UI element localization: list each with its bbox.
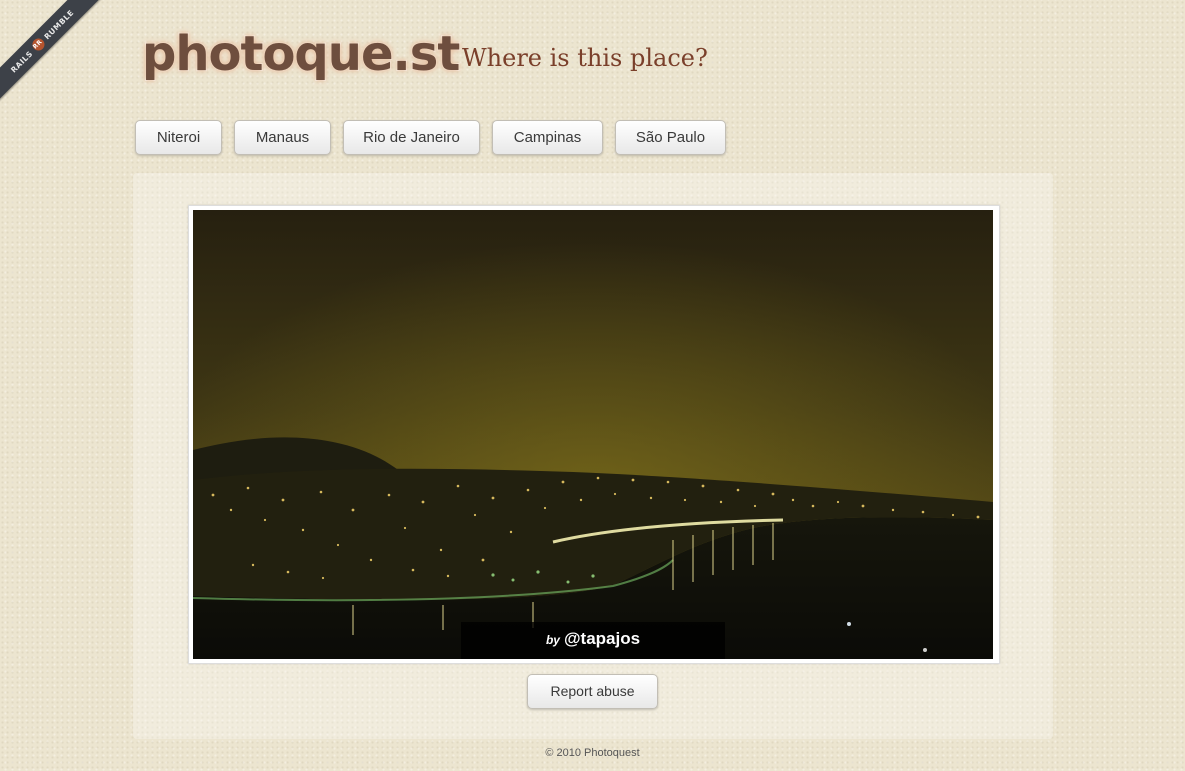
choice-button-manaus[interactable]: Manaus [234,120,331,155]
logo-text: photoque.st [141,25,461,83]
ribbon-left-text: RAILS [8,48,35,75]
page-title: Where is this place? [462,44,708,72]
rails-rumble-logo-icon: RR [29,36,47,54]
site-logo[interactable]: photoque.st [134,20,461,98]
city-photo: by @tapajos [193,210,993,659]
choice-button-rio-de-janeiro[interactable]: Rio de Janeiro [343,120,480,155]
main-panel: by @tapajos Report abuse [133,173,1053,739]
choice-button-sao-paulo[interactable]: São Paulo [615,120,726,155]
choice-button-niteroi[interactable]: Niteroi [135,120,222,155]
night-city-photo-image [193,210,993,659]
rails-rumble-ribbon[interactable]: RAILS RR RUMBLE [0,0,110,110]
photo-frame: by @tapajos [188,205,1000,664]
footer-copyright: © 2010 Photoquest [545,747,640,759]
ribbon-band: RAILS RR RUMBLE [0,0,107,106]
report-abuse-button[interactable]: Report abuse [527,674,658,709]
choice-button-campinas[interactable]: Campinas [492,120,603,155]
credit-handle-link[interactable]: @tapajos [564,629,640,648]
photo-credit: by @tapajos [461,622,725,659]
credit-prefix: by [545,633,560,647]
ribbon-right-text: RUMBLE [42,7,76,41]
